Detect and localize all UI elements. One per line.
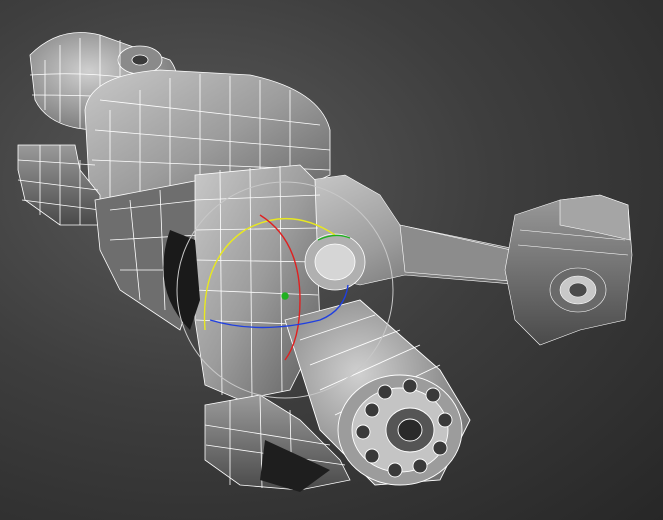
viewport-3d[interactable]: [0, 0, 663, 520]
piston[interactable]: [504, 194, 633, 346]
gizmo-pivot[interactable]: [281, 292, 289, 300]
scene-canvas[interactable]: [0, 0, 663, 520]
